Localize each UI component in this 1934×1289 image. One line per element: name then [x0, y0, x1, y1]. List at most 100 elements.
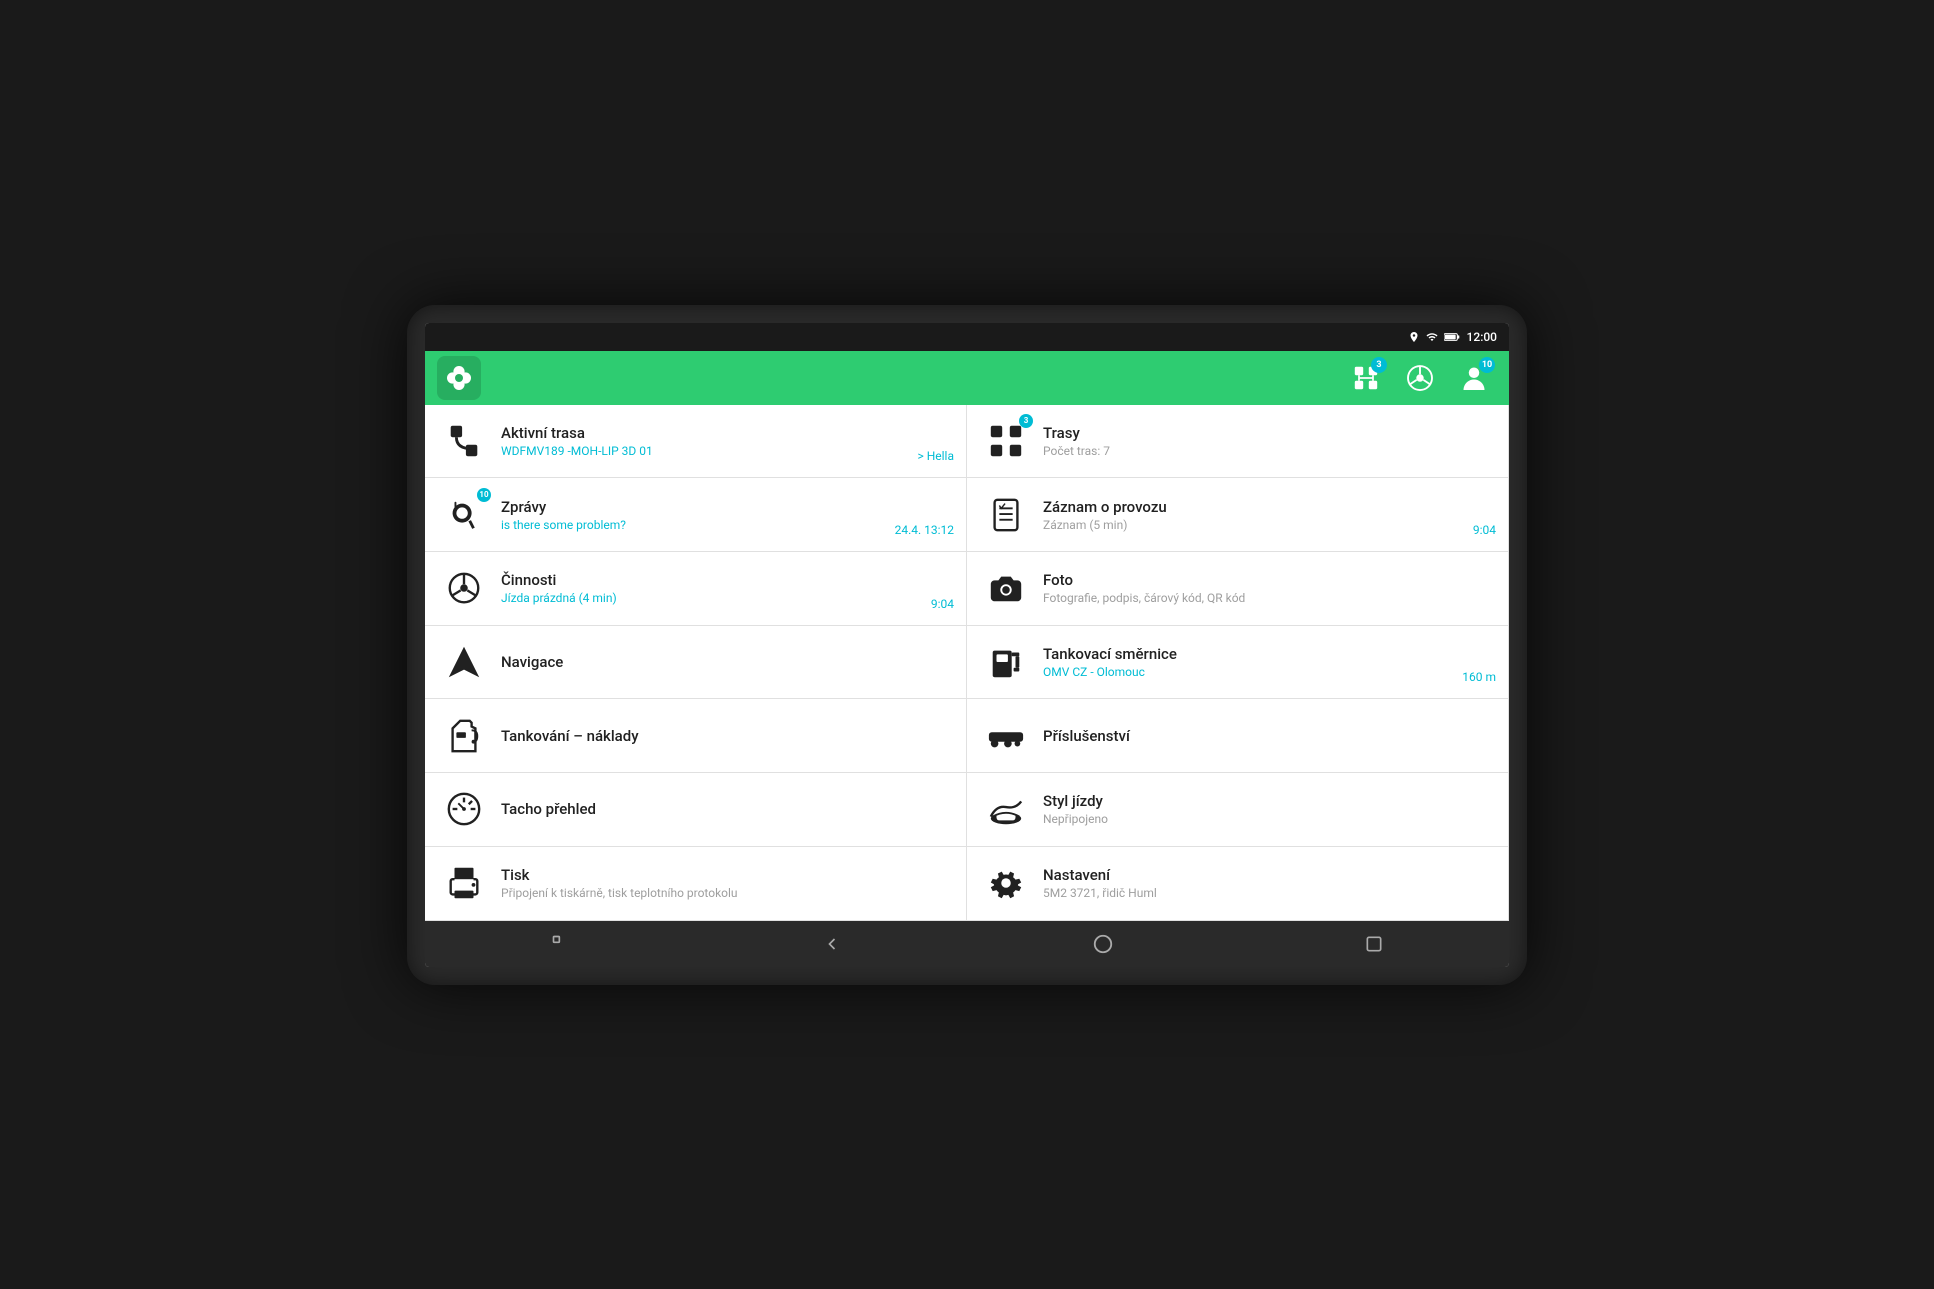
menu-item-foto[interactable]: Foto Fotografie, podpis, čárový kód, QR …: [967, 552, 1509, 626]
fuel-station-icon: [987, 643, 1025, 681]
menu-item-subtitle: Fotografie, podpis, čárový kód, QR kód: [1043, 591, 1492, 605]
print-icon-wrapper: [441, 860, 487, 906]
routes-icon-wrapper: 3: [983, 418, 1029, 464]
menu-item-trasy[interactable]: 3 Trasy Počet tras: 7: [967, 405, 1509, 479]
menu-item-subtitle: Nepřipojeno: [1043, 812, 1492, 826]
fuel-station-icon-wrapper: [983, 639, 1029, 685]
header-actions: 3: [1343, 355, 1497, 401]
logo-icon: [443, 362, 475, 394]
menu-grid: Aktivní trasa WDFMV189 -MOH-LIP 3D 01 > …: [425, 405, 1509, 921]
tacho-icon: [445, 790, 483, 828]
menu-item-text-zaznam: Záznam o provozu Záznam (5 min): [1043, 498, 1492, 532]
menu-item-title: Zprávy: [501, 498, 950, 516]
menu-item-text-navigace: Navigace: [501, 653, 950, 671]
menu-item-text-trasy: Trasy Počet tras: 7: [1043, 424, 1492, 458]
menu-item-subtitle: Záznam (5 min): [1043, 518, 1492, 532]
menu-item-title: Příslušenství: [1043, 727, 1492, 745]
menu-item-prislusenstvi[interactable]: Příslušenství: [967, 699, 1509, 773]
messages-icon-wrapper: 10: [441, 492, 487, 538]
camera-icon-wrapper: [983, 565, 1029, 611]
status-icons: 12:00: [1408, 330, 1497, 344]
settings-icon: [987, 864, 1025, 902]
menu-item-cinnosti[interactable]: Činnosti Jízda prázdná (4 min) 9:04: [425, 552, 967, 626]
nav-home-btn[interactable]: [1083, 924, 1123, 964]
nav-recents-btn[interactable]: [541, 924, 581, 964]
steering-icon-wrapper: [441, 565, 487, 611]
menu-item-tankovani[interactable]: Tankování – náklady: [425, 699, 967, 773]
menu-item-zpravy[interactable]: 10 Zprávy is there some problem? 24.4. 1…: [425, 478, 967, 552]
print-icon: [445, 864, 483, 902]
battery-icon: [1444, 332, 1460, 342]
menu-item-subtitle: Počet tras: 7: [1043, 444, 1492, 458]
accessories-icon-wrapper: [983, 713, 1029, 759]
back-icon: [822, 934, 842, 954]
tacho-icon-wrapper: [441, 786, 487, 832]
menu-item-text-prislusenstvi: Příslušenství: [1043, 727, 1492, 745]
menu-item-subtitle: Jízda prázdná (4 min): [501, 591, 950, 605]
menu-item-styl-jizdy[interactable]: Styl jízdy Nepřipojeno: [967, 773, 1509, 847]
fuel-icon: [445, 717, 483, 755]
menu-item-title: Trasy: [1043, 424, 1492, 442]
menu-item-nastaveni[interactable]: Nastavení 5M2 3721, řidič Huml: [967, 847, 1509, 921]
app-logo[interactable]: [437, 356, 481, 400]
menu-item-text-tankovaci: Tankovací směrnice OMV CZ - Olomouc: [1043, 645, 1492, 679]
menu-item-tisk[interactable]: Tisk Připojení k tiskárně, tisk teplotní…: [425, 847, 967, 921]
menu-item-text-styl: Styl jízdy Nepřipojeno: [1043, 792, 1492, 826]
menu-item-title: Tankovací směrnice: [1043, 645, 1492, 663]
user-badge: 10: [1479, 357, 1495, 373]
menu-item-time: 160 m: [1462, 670, 1496, 684]
menu-item-title: Tankování – náklady: [501, 727, 950, 745]
camera-icon: [987, 569, 1025, 607]
menu-item-subtitle: Připojení k tiskárně, tisk teplotního pr…: [501, 886, 950, 900]
menu-item-text-foto: Foto Fotografie, podpis, čárový kód, QR …: [1043, 571, 1492, 605]
fuel-icon-wrapper: [441, 713, 487, 759]
menu-item-zaznam[interactable]: Záznam o provozu Záznam (5 min) 9:04: [967, 478, 1509, 552]
menu-item-navigace[interactable]: Navigace: [425, 626, 967, 700]
menu-item-subtitle: OMV CZ - Olomouc: [1043, 665, 1492, 679]
menu-item-time: 9:04: [931, 597, 954, 611]
recents-icon: [551, 934, 571, 954]
zpravy-badge: 10: [477, 488, 491, 502]
menu-item-time: 24.4. 13:12: [895, 523, 954, 537]
menu-item-title: Tacho přehled: [501, 800, 950, 818]
route-icon-wrapper: [441, 418, 487, 464]
menu-item-text-tacho: Tacho přehled: [501, 800, 950, 818]
menu-item-text-tisk: Tisk Připojení k tiskárně, tisk teplotní…: [501, 866, 950, 900]
status-bar: 12:00: [425, 323, 1509, 351]
log-icon-wrapper: [983, 492, 1029, 538]
menu-item-subtitle: WDFMV189 -MOH-LIP 3D 01: [501, 444, 950, 458]
routes-badge: 3: [1371, 357, 1387, 373]
nav-square-btn[interactable]: [1354, 924, 1394, 964]
bottom-nav: [425, 921, 1509, 967]
menu-item-title: Navigace: [501, 653, 950, 671]
menu-item-title: Aktivní trasa: [501, 424, 950, 442]
steering-wheel-icon: [1405, 363, 1435, 393]
user-header-btn[interactable]: 10: [1451, 355, 1497, 401]
square-icon: [1364, 934, 1384, 954]
menu-item-title: Foto: [1043, 571, 1492, 589]
menu-item-tankovaci-smernice[interactable]: Tankovací směrnice OMV CZ - Olomouc 160 …: [967, 626, 1509, 700]
menu-item-subtitle: is there some problem?: [501, 518, 950, 532]
navigation-icon-wrapper: [441, 639, 487, 685]
menu-item-title: Činnosti: [501, 571, 950, 589]
tablet-device: 12:00: [407, 305, 1527, 985]
driving-style-icon: [987, 790, 1025, 828]
menu-item-title: Tisk: [501, 866, 950, 884]
settings-icon-wrapper: [983, 860, 1029, 906]
menu-item-time: > Hella: [917, 449, 954, 463]
menu-item-text-tankovani: Tankování – náklady: [501, 727, 950, 745]
menu-item-title: Nastavení: [1043, 866, 1492, 884]
menu-item-aktivni-trasa[interactable]: Aktivní trasa WDFMV189 -MOH-LIP 3D 01 > …: [425, 405, 967, 479]
menu-item-title: Záznam o provozu: [1043, 498, 1492, 516]
steering-header-btn[interactable]: [1397, 355, 1443, 401]
menu-item-text-cinnosti: Činnosti Jízda prázdná (4 min): [501, 571, 950, 605]
time-display: 12:00: [1467, 330, 1497, 344]
navigation-icon: [445, 643, 483, 681]
home-icon: [1092, 933, 1114, 955]
menu-item-title: Styl jízdy: [1043, 792, 1492, 810]
menu-item-tacho[interactable]: Tacho přehled: [425, 773, 967, 847]
driving-icon: [445, 569, 483, 607]
messages-icon: [445, 496, 483, 534]
nav-back-btn[interactable]: [812, 924, 852, 964]
routes-header-btn[interactable]: 3: [1343, 355, 1389, 401]
